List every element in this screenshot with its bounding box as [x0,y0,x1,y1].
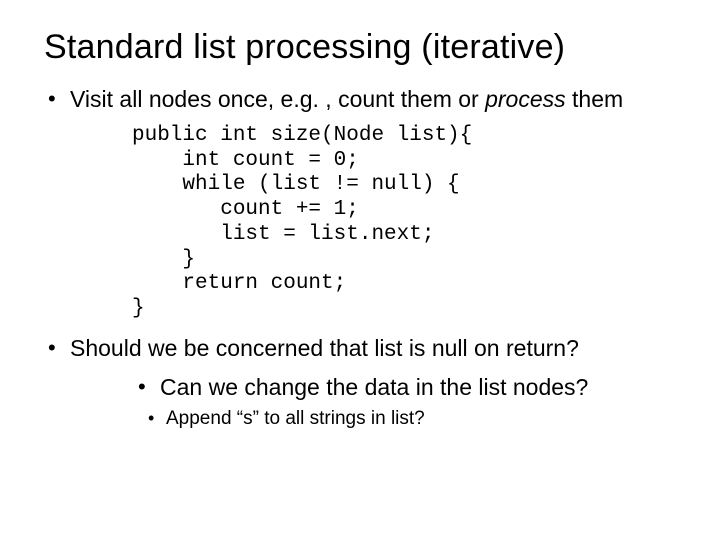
bullet-list-2: Should we be concerned that list is null… [44,334,676,432]
code-line-4: count += 1; [132,198,359,221]
bullet-list: Visit all nodes once, e.g. , count them … [44,85,676,114]
bullet-change-data: Can we change the data in the list nodes… [134,373,676,402]
bullet-visit: Visit all nodes once, e.g. , count them … [44,85,676,114]
code-line-2: int count = 0; [132,149,359,172]
code-line-5: list = list.next; [132,223,434,246]
code-line-1: public int size(Node list){ [132,124,472,147]
bullet-concern: Should we be concerned that list is null… [44,334,676,363]
bullet-visit-pre: Visit all nodes once, e.g. , count them … [70,86,485,112]
code-line-7: return count; [132,272,346,295]
bullet-visit-em: process [485,86,566,112]
code-line-8: } [132,297,145,320]
slide-title: Standard list processing (iterative) [44,28,676,67]
slide: Standard list processing (iterative) Vis… [0,0,720,540]
bullet-visit-post: them [566,86,624,112]
code-block: public int size(Node list){ int count = … [132,124,676,322]
code-line-3: while (list != null) { [132,173,460,196]
bullet-append-s: Append “s” to all strings in list? [146,407,676,432]
code-line-6: } [132,248,195,271]
